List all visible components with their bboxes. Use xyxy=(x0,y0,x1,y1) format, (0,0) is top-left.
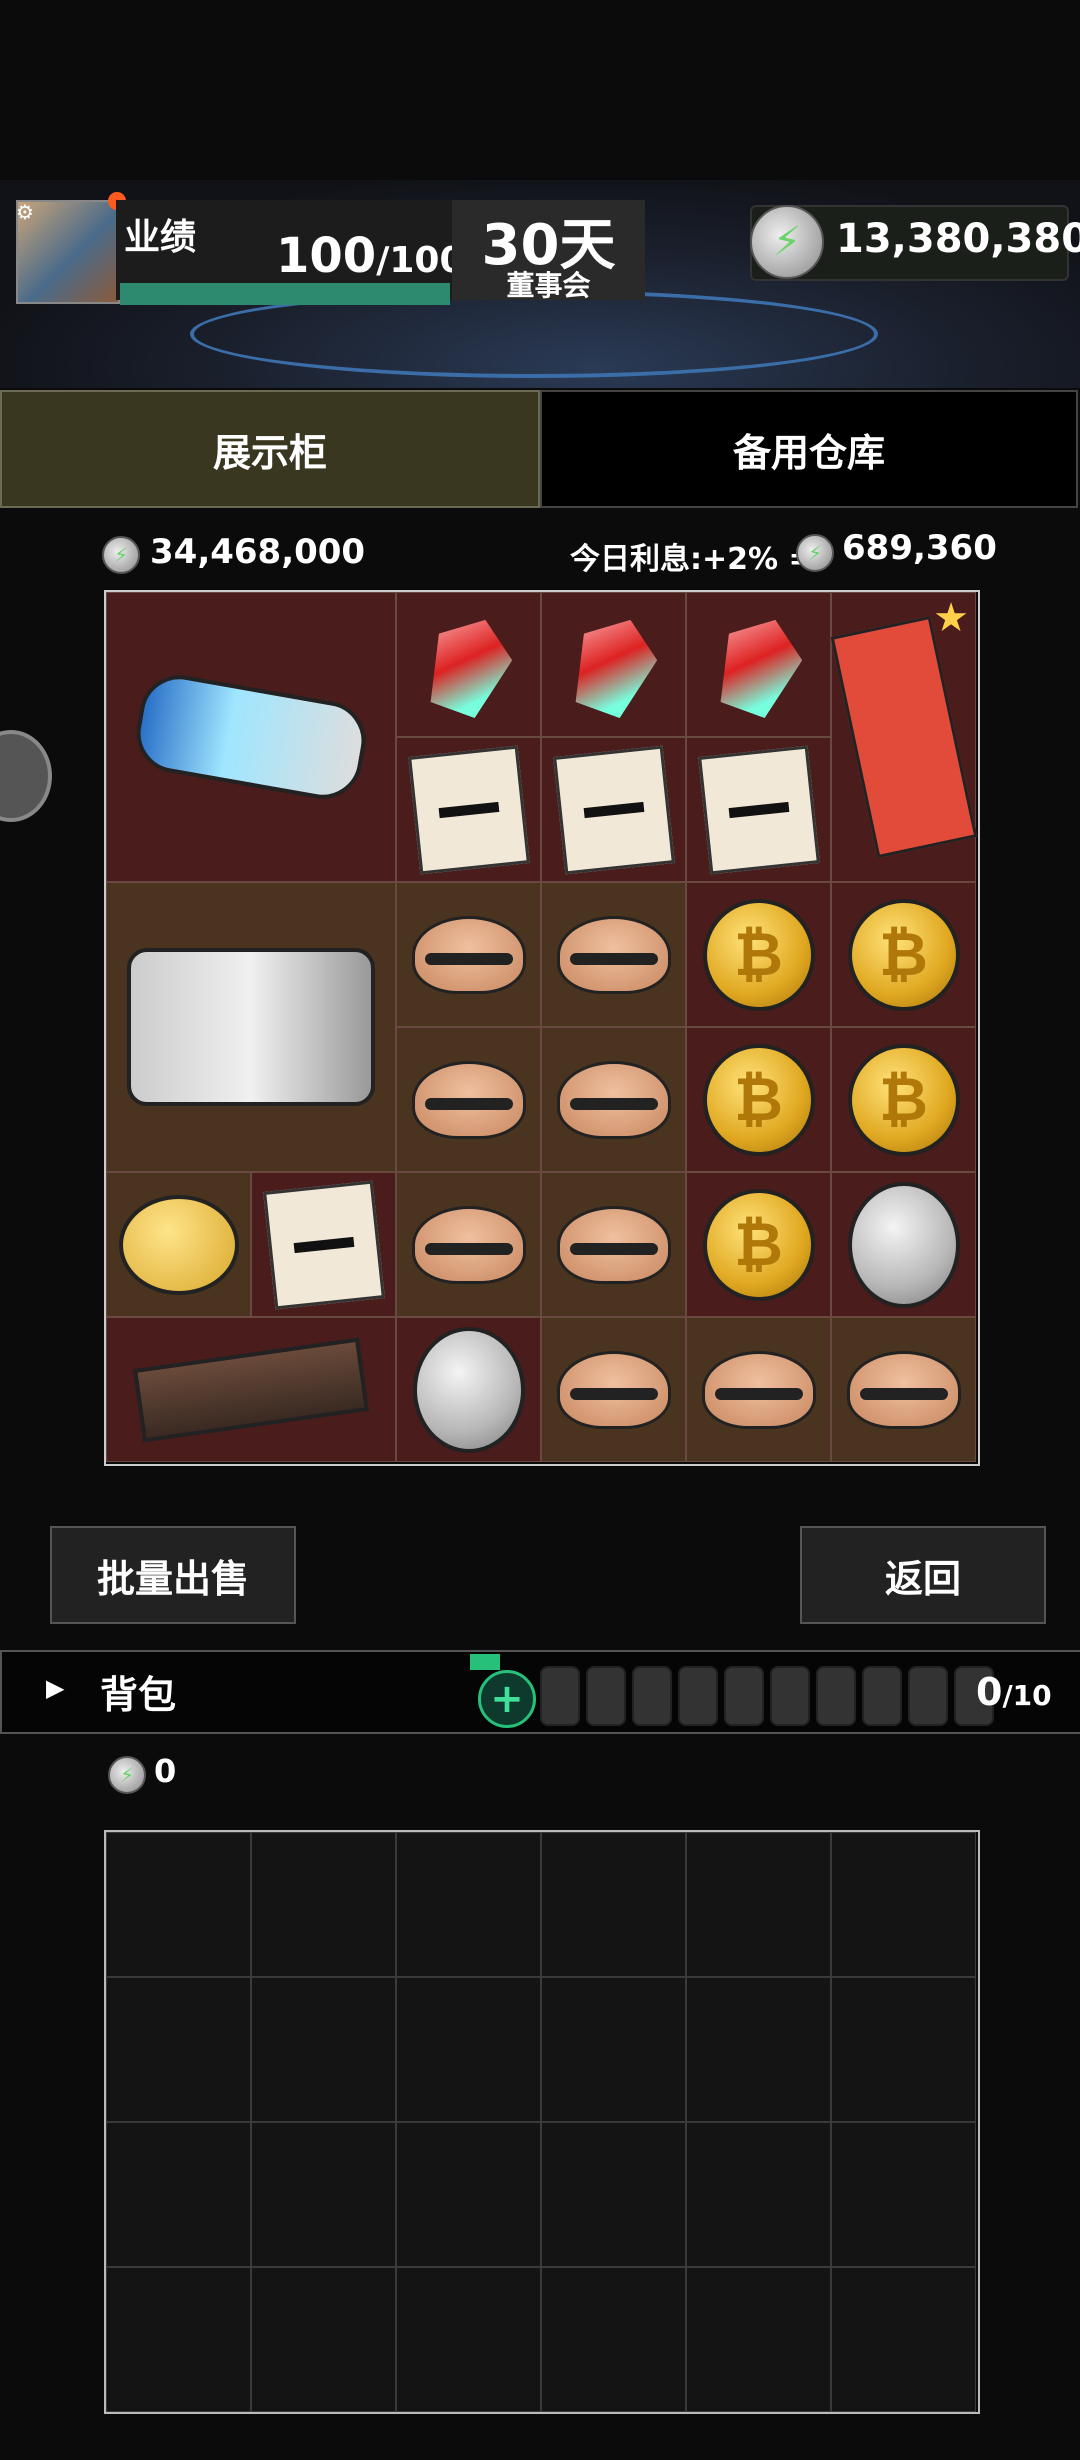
grid-item-pot[interactable] xyxy=(396,1172,541,1317)
backpack-count-current: 0 xyxy=(976,1670,1003,1714)
backpack-cell[interactable] xyxy=(106,1977,251,2122)
grid-item-silver-coin[interactable] xyxy=(396,1317,541,1462)
grid-item-bitcoin[interactable]: ₿ xyxy=(686,1172,831,1317)
backpack-cell[interactable] xyxy=(541,2267,686,2412)
backpack-cell[interactable] xyxy=(106,2267,251,2412)
tab-showcase[interactable]: 展示柜 xyxy=(0,390,540,508)
backpack-cell[interactable] xyxy=(396,2122,541,2267)
grid-item-robot-dog-head[interactable] xyxy=(106,592,396,882)
backpack-count: 0/10 xyxy=(976,1670,1052,1714)
back-button[interactable]: 返回 xyxy=(800,1526,1046,1624)
backpack-cell[interactable] xyxy=(251,1832,396,1977)
backpack-cell[interactable] xyxy=(831,1977,976,2122)
backpack-slot xyxy=(770,1666,810,1726)
backpack-cell[interactable] xyxy=(541,1977,686,2122)
grid-item-pot[interactable] xyxy=(396,882,541,1027)
backpack-slot xyxy=(586,1666,626,1726)
backpack-cell[interactable] xyxy=(251,2122,396,2267)
currency-total: 13,380,380 xyxy=(836,216,1080,262)
backpack-slot xyxy=(724,1666,764,1726)
backpack-label: 背包 xyxy=(100,1673,177,1717)
backpack-slot xyxy=(862,1666,902,1726)
grid-item-robot-dog[interactable] xyxy=(106,882,396,1172)
lightning-coin-icon: ⚡ xyxy=(102,536,140,574)
grid-item-crystal[interactable] xyxy=(541,592,686,737)
lightning-coin-icon: ⚡ xyxy=(750,205,824,279)
backpack-cell[interactable] xyxy=(106,2122,251,2267)
backpack-cell[interactable] xyxy=(396,1977,541,2122)
grid-item-bitcoin[interactable]: ₿ xyxy=(831,1027,976,1172)
backpack-cell[interactable] xyxy=(686,2122,831,2267)
grid-item-crystal[interactable] xyxy=(396,592,541,737)
backpack-cell[interactable] xyxy=(831,2122,976,2267)
grid-item-pot[interactable] xyxy=(831,1317,976,1462)
backpack-cell[interactable] xyxy=(396,1832,541,1977)
backpack-cell[interactable] xyxy=(831,2267,976,2412)
grid-item-incense-box[interactable] xyxy=(106,1317,396,1462)
gear-icon[interactable]: ⚙ xyxy=(16,200,34,224)
chat-bubble-icon[interactable] xyxy=(0,730,52,822)
days-label: 董事会 xyxy=(506,269,591,302)
grid-item-certificate[interactable] xyxy=(541,737,686,882)
backpack-slot xyxy=(632,1666,672,1726)
grid-item-pot[interactable] xyxy=(541,882,686,1027)
backpack-cell[interactable] xyxy=(251,2267,396,2412)
backpack-slot xyxy=(908,1666,948,1726)
grid-item-pot[interactable] xyxy=(541,1027,686,1172)
grid-item-crystal[interactable] xyxy=(686,592,831,737)
grid-item-pot[interactable] xyxy=(396,1027,541,1172)
backpack-slot xyxy=(678,1666,718,1726)
backpack-cell[interactable] xyxy=(396,2267,541,2412)
lightning-coin-icon: ⚡ xyxy=(108,1756,146,1794)
backpack-cell[interactable] xyxy=(541,1832,686,1977)
performance-current: 100 xyxy=(276,228,377,284)
backpack-cell[interactable] xyxy=(251,1977,396,2122)
backpack-value: 0 xyxy=(154,1752,177,1790)
plus-icon[interactable]: + xyxy=(478,1670,536,1728)
grid-item-gold-bun[interactable] xyxy=(106,1172,251,1317)
grid-item-silver-coin[interactable] xyxy=(831,1172,976,1317)
grid-item-bitcoin[interactable]: ₿ xyxy=(686,1027,831,1172)
grid-item-pot[interactable] xyxy=(686,1317,831,1462)
interest-value: 689,360 xyxy=(842,528,997,568)
backpack-count-max: /10 xyxy=(1002,1679,1052,1712)
backpack-cell[interactable] xyxy=(831,1832,976,1977)
grid-item-certificate[interactable] xyxy=(251,1172,396,1317)
showcase-grid: ★ ₿ ₿ ₿ ₿ ₿ xyxy=(104,590,980,1466)
triangle-right-icon[interactable]: ▶ xyxy=(46,1674,64,1702)
backpack-cell[interactable] xyxy=(106,1832,251,1977)
video-ad-icon xyxy=(470,1654,500,1670)
backpack-grid xyxy=(104,1830,980,2414)
backpack-cell[interactable] xyxy=(541,2122,686,2267)
tab-spare-warehouse[interactable]: 备用仓库 xyxy=(540,390,1078,508)
lightning-coin-icon: ⚡ xyxy=(796,534,834,572)
backpack-capacity-slots xyxy=(540,1666,994,1726)
grid-item-bitcoin[interactable]: ₿ xyxy=(686,882,831,1027)
performance-value: 100/100 xyxy=(276,228,465,284)
performance-progress-bar xyxy=(120,283,450,305)
interest-label: 今日利息:+2% = xyxy=(570,542,814,577)
grid-item-bitcoin[interactable]: ₿ xyxy=(831,882,976,1027)
grid-item-pot[interactable] xyxy=(541,1172,686,1317)
star-icon: ★ xyxy=(933,595,969,641)
grid-item-pot[interactable] xyxy=(541,1317,686,1462)
backpack-cell[interactable] xyxy=(686,2267,831,2412)
showcase-value: 34,468,000 xyxy=(150,532,366,572)
performance-label: 业绩 xyxy=(124,217,197,258)
grid-item-certificate[interactable] xyxy=(686,737,831,882)
grid-item-meta-card[interactable]: ★ xyxy=(830,592,977,882)
backpack-slot xyxy=(540,1666,580,1726)
bulk-sell-button[interactable]: 批量出售 xyxy=(50,1526,296,1624)
backpack-slot xyxy=(816,1666,856,1726)
backpack-cell[interactable] xyxy=(686,1977,831,2122)
grid-item-certificate[interactable] xyxy=(396,737,541,882)
backpack-cell[interactable] xyxy=(686,1832,831,1977)
